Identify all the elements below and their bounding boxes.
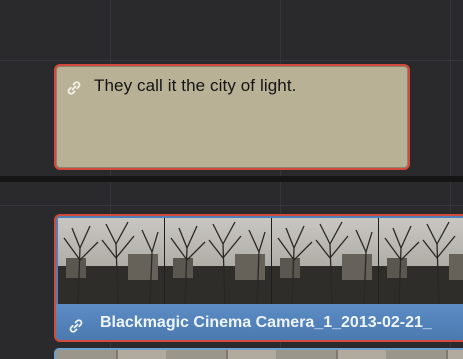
track-divider[interactable] — [0, 176, 463, 182]
clip-thumbnails — [56, 350, 463, 359]
link-icon — [66, 80, 82, 101]
grid-line — [0, 60, 463, 61]
thumbnail-frame — [379, 218, 463, 304]
subtitle-text: They call it the city of light. — [94, 76, 297, 95]
video-clip[interactable]: Blackmagic Cinema Camera_1_2013-02-21_ — [54, 214, 463, 342]
clip-thumbnails — [58, 218, 463, 304]
video-clip-next[interactable] — [54, 348, 463, 359]
timeline: They call it the city of light. Blackmag… — [0, 0, 463, 359]
thumbnail-frame — [272, 218, 379, 304]
clip-name: Blackmagic Cinema Camera_1_2013-02-21_ — [100, 314, 432, 331]
thumbnail-frame — [165, 218, 272, 304]
clip-name-bar: Blackmagic Cinema Camera_1_2013-02-21_ — [56, 304, 463, 340]
thumbnail-frame — [58, 218, 165, 304]
link-icon — [68, 318, 84, 339]
subtitle-clip[interactable]: They call it the city of light. — [54, 64, 410, 170]
grid-line — [0, 205, 463, 206]
